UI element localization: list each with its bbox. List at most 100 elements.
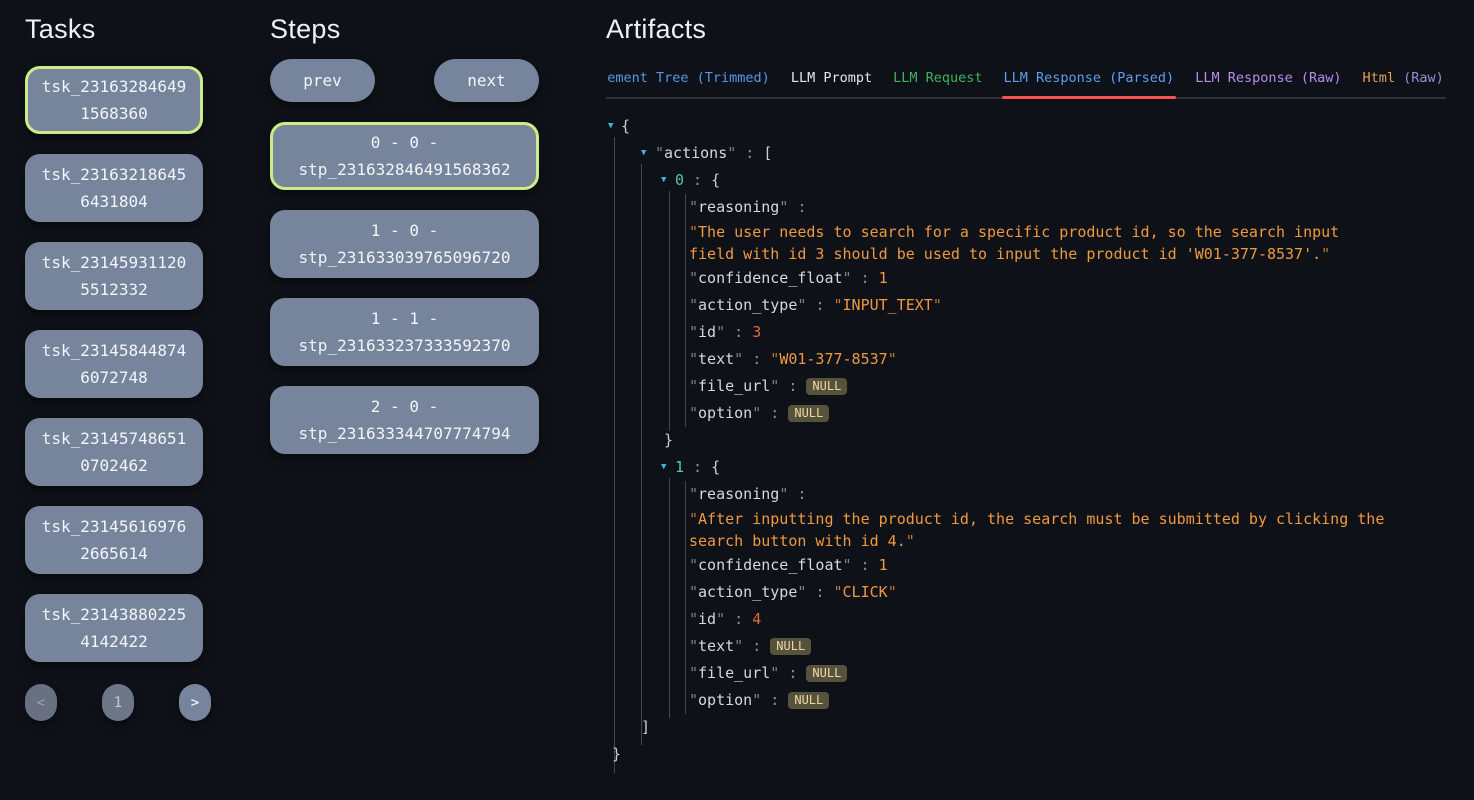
pagination-prev-button[interactable]: < [25, 684, 57, 721]
json-line: reasoning : [606, 194, 1446, 221]
task-button-tsk-231458448746072748[interactable]: tsk_231458448746072748 [25, 330, 203, 398]
artifact-tabs-strip: Element Tree (Trimmed) LLM Prompt LLM Requ… [606, 68, 1446, 99]
json-line: confidence_float : 1 [606, 552, 1446, 579]
json-token-key: id [689, 610, 725, 628]
json-token-sep: : [852, 556, 879, 574]
json-token-sep: : [788, 485, 806, 503]
json-token-str: W01-377-8537 [770, 350, 896, 368]
step-button-stp-231633039765096720[interactable]: 1 - 0 - stp_231633039765096720 [270, 210, 539, 278]
next-step-button[interactable]: next [434, 59, 539, 102]
json-line: option : NULL [606, 400, 1446, 427]
json-token-index: 1 [675, 458, 684, 476]
json-line: ▼ 1 : { [606, 454, 1446, 481]
tab-llm-response-raw[interactable]: LLM Response (Raw) [1195, 68, 1341, 97]
json-token-key: text [689, 637, 743, 655]
collapse-arrow-icon[interactable]: ▼ [661, 167, 666, 194]
json-line: text : W01-377-8537 [606, 346, 1446, 373]
task-button-tsk-231632846491568360[interactable]: tsk_231632846491568360 [25, 66, 203, 134]
json-token-sep: : [743, 637, 770, 655]
task-button-tsk-231438802254142422[interactable]: tsk_231438802254142422 [25, 594, 203, 662]
pagination-page-1-button[interactable]: 1 [102, 684, 134, 721]
json-token-sep: : [684, 458, 711, 476]
json-token-key: option [689, 691, 761, 709]
pagination-next-button[interactable]: > [179, 684, 211, 721]
json-token-sep: : [761, 691, 788, 709]
tasks-title: Tasks [25, 12, 211, 46]
null-badge: NULL [788, 692, 829, 709]
artifacts-title: Artifacts [606, 12, 1446, 46]
json-line: } [606, 427, 1446, 454]
json-token-punc: } [664, 431, 673, 449]
json-token-key: confidence_float [689, 556, 852, 574]
json-token-str: INPUT_TEXT [834, 296, 942, 314]
prev-step-button[interactable]: prev [270, 59, 375, 102]
json-token-key: reasoning [689, 485, 788, 503]
json-token-sep: : [725, 323, 752, 341]
json-token-sep: : [725, 610, 752, 628]
json-line: The user needs to search for a specific … [606, 221, 1392, 265]
json-token-str: The user needs to search for a specific … [689, 223, 1348, 263]
json-token-punc: { [711, 171, 720, 189]
step-list: 0 - 0 - stp_231632846491568362 1 - 0 - st… [270, 122, 539, 454]
steps-title: Steps [270, 12, 539, 46]
json-token-key: text [689, 350, 743, 368]
step-nav-row: prev next [270, 59, 539, 102]
json-line: ▼{ [606, 113, 1446, 140]
json-line: ▼ 0 : { [606, 167, 1446, 194]
json-line: id : 4 [606, 606, 1446, 633]
json-line: option : NULL [606, 687, 1446, 714]
json-token-sep: : [806, 583, 833, 601]
collapse-arrow-icon[interactable]: ▼ [661, 454, 666, 481]
json-line: file_url : NULL [606, 373, 1446, 400]
json-token-int: 3 [752, 323, 761, 341]
json-token-num: 1 [879, 269, 888, 287]
artifacts-panel: Artifacts Element Tree (Trimmed) LLM Prom… [606, 12, 1446, 768]
json-line: text : NULL [606, 633, 1446, 660]
json-token-str: After inputting the product id, the sear… [689, 510, 1393, 550]
task-button-tsk-231457486510702462[interactable]: tsk_231457486510702462 [25, 418, 203, 486]
json-token-punc: ] [641, 718, 650, 736]
json-token-key: action_type [689, 296, 806, 314]
collapse-arrow-icon[interactable]: ▼ [608, 113, 613, 140]
json-line: id : 3 [606, 319, 1446, 346]
json-token-key: option [689, 404, 761, 422]
json-token-key: confidence_float [689, 269, 852, 287]
tab-llm-prompt[interactable]: LLM Prompt [791, 68, 872, 97]
collapse-arrow-icon[interactable]: ▼ [641, 140, 646, 167]
task-button-tsk-231632186456431804[interactable]: tsk_231632186456431804 [25, 154, 203, 222]
json-tree-viewer: ▼{▼actions : [▼0 : {reasoning :The user … [606, 113, 1446, 768]
json-line: After inputting the product id, the sear… [606, 508, 1392, 552]
tasks-pagination: < 1 > [25, 684, 211, 721]
json-token-sep: : [779, 664, 806, 682]
step-button-stp-231632846491568362[interactable]: 0 - 0 - stp_231632846491568362 [270, 122, 539, 190]
json-token-punc: } [612, 745, 621, 763]
json-token-key: reasoning [689, 198, 788, 216]
tab-llm-response-parsed[interactable]: LLM Response (Parsed) [1004, 68, 1175, 97]
json-line: confidence_float : 1 [606, 265, 1446, 292]
json-token-sep: : [806, 296, 833, 314]
json-line: reasoning : [606, 481, 1446, 508]
json-token-sep: : [852, 269, 879, 287]
tab-llm-request[interactable]: LLM Request [893, 68, 982, 97]
null-badge: NULL [770, 638, 811, 655]
json-token-key: file_url [689, 664, 779, 682]
json-line: ] [606, 714, 1446, 741]
task-button-tsk-231459311205512332[interactable]: tsk_231459311205512332 [25, 242, 203, 310]
tab-label-segment: (Raw) [1395, 70, 1444, 86]
tab-element-tree-trimmed[interactable]: Element Tree (Trimmed) [606, 68, 770, 97]
step-button-stp-231633237333592370[interactable]: 1 - 1 - stp_231633237333592370 [270, 298, 539, 366]
task-list: tsk_231632846491568360 tsk_23163218645643… [25, 66, 211, 662]
task-button-tsk-231456169762665614[interactable]: tsk_231456169762665614 [25, 506, 203, 574]
json-token-index: 0 [675, 171, 684, 189]
tab-html-raw[interactable]: Html (Raw) [1363, 68, 1444, 97]
json-token-punc: { [711, 458, 720, 476]
json-token-sep: : [684, 171, 711, 189]
step-button-stp-231633344707774794[interactable]: 2 - 0 - stp_231633344707774794 [270, 386, 539, 454]
json-line: action_type : INPUT_TEXT [606, 292, 1446, 319]
json-token-str: CLICK [834, 583, 897, 601]
null-badge: NULL [806, 378, 847, 395]
json-line: ▼actions : [ [606, 140, 1446, 167]
tab-label-segment: Html [1363, 70, 1396, 86]
json-token-key: actions [655, 144, 736, 162]
json-token-sep: : [779, 377, 806, 395]
